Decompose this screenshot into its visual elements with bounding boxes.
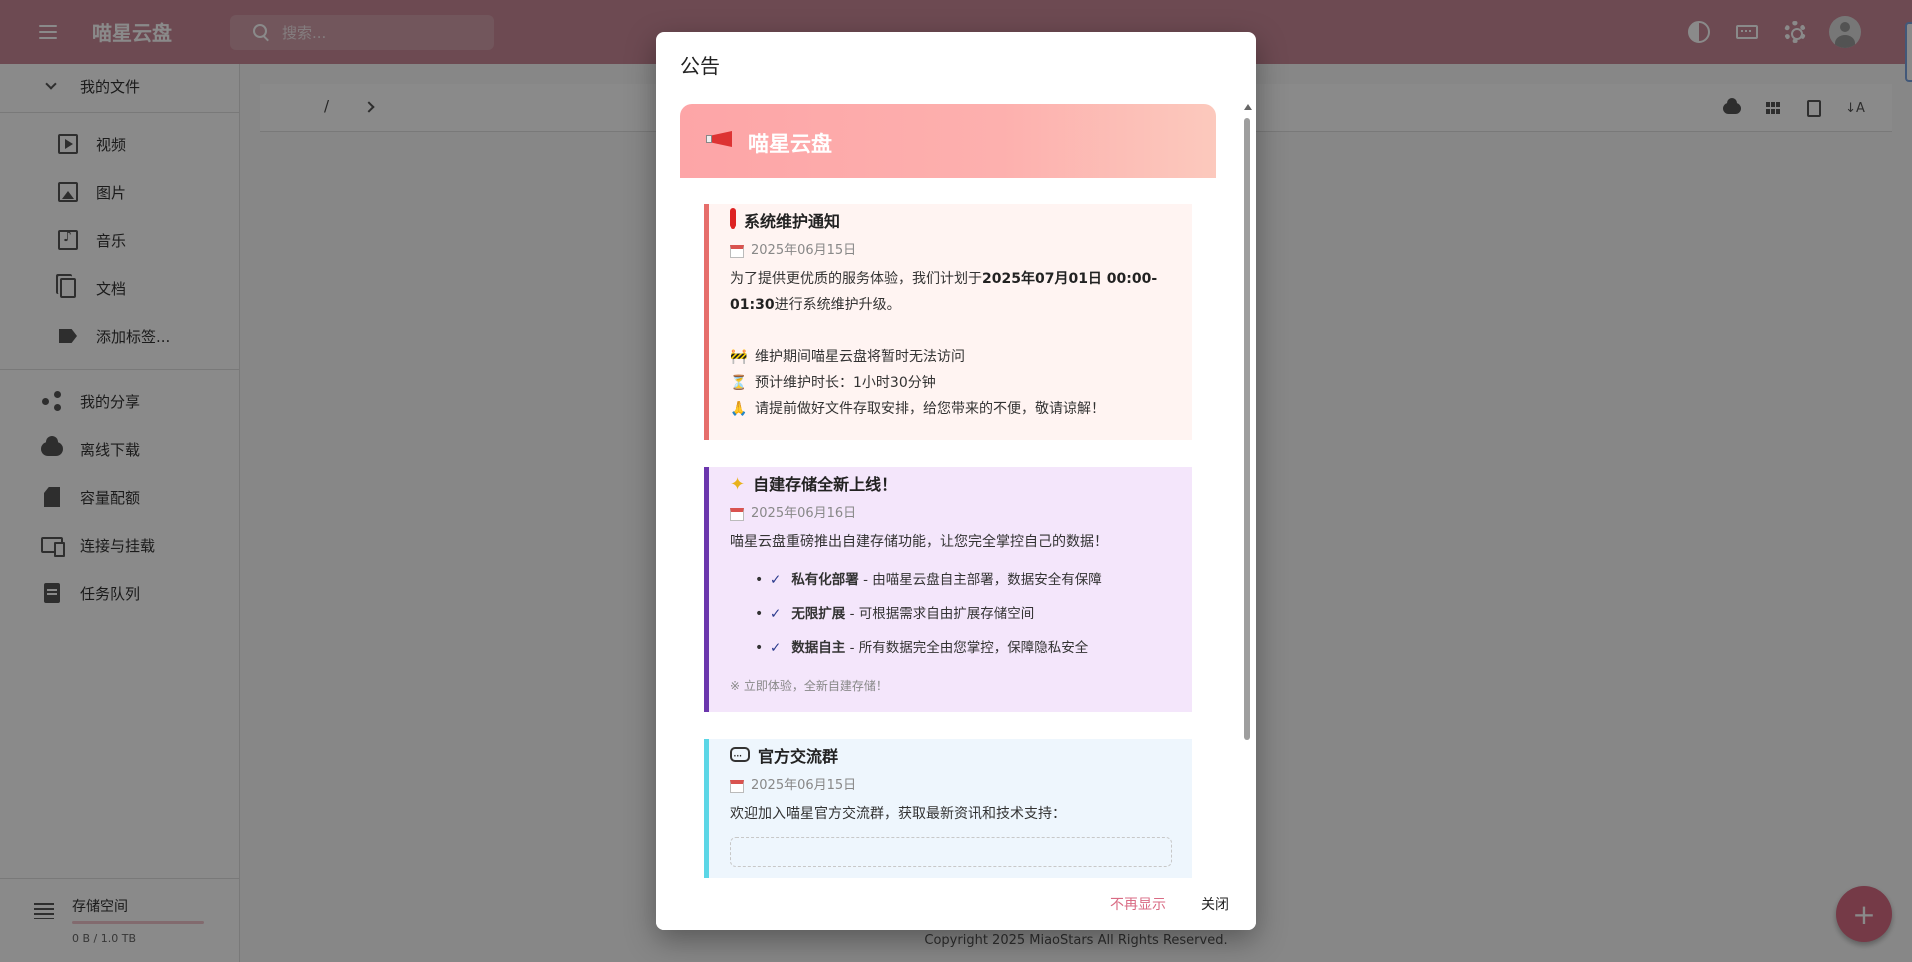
card-title: 官方交流群 — [730, 742, 1172, 771]
pray-icon: 🙏 — [730, 401, 748, 417]
chat-bubble-icon — [730, 742, 750, 771]
dialog-actions: 不再显示 关闭 — [656, 878, 1256, 930]
announcement-header-title: 喵星云盘 — [748, 132, 832, 156]
hourglass-icon: ⏳ — [730, 375, 748, 391]
exclamation-icon — [730, 207, 736, 237]
list-item: ✓ 私有化部署 - 由喵星云盘自主部署，数据安全有保障 — [730, 563, 1172, 597]
dialog-title: 公告 — [680, 54, 720, 78]
card-date-text: 2025年06月15日 — [751, 243, 857, 258]
maintenance-line: ⏳ 预计维护时长：1小时30分钟 — [730, 370, 1172, 396]
card-title-text: 系统维护通知 — [744, 212, 841, 231]
announcement-card-storage: ✦ 自建存储全新上线！ 2025年06月16日 喵星云盘重磅推出自建存储功能，让… — [704, 467, 1192, 712]
feature-list: ✓ 私有化部署 - 由喵星云盘自主部署，数据安全有保障 ✓ 无限扩展 - 可根据需求… — [730, 563, 1172, 665]
group-info-box — [730, 837, 1172, 867]
card-title: 系统维护通知 — [730, 207, 1172, 237]
card-date: 2025年06月15日 — [730, 771, 1172, 801]
card-date: 2025年06月15日 — [730, 236, 1172, 266]
sparkles-icon: ✦ — [730, 474, 746, 495]
construction-icon: 🚧 — [730, 349, 748, 365]
calendar-icon — [730, 244, 744, 258]
maintenance-text-pre: 为了提供更优质的服务体验，我们计划于 — [730, 271, 982, 287]
card-date-text: 2025年06月15日 — [751, 778, 857, 793]
card-date: 2025年06月16日 — [730, 499, 1172, 529]
announcement-header: 喵星云盘 — [680, 104, 1216, 178]
check-icon: ✓ — [770, 606, 782, 622]
maintenance-text-post: 进行系统维护升级。 — [774, 297, 901, 313]
dont-show-again-button[interactable]: 不再显示 — [1110, 894, 1166, 914]
maintenance-line-text: 维护期间喵星云盘将暂时无法访问 — [755, 349, 965, 365]
dialog-scrollbar[interactable] — [1241, 102, 1253, 908]
maintenance-line-text: 请提前做好文件存取安排，给您带来的不便，敬请谅解！ — [755, 401, 1105, 417]
feature-desc: - 可根据需求自由扩展存储空间 — [845, 606, 1035, 622]
announcement-card-group: 官方交流群 2025年06月15日 欢迎加入喵星官方交流群，获取最新资讯和技术支… — [704, 739, 1192, 889]
list-item: ✓ 无限扩展 - 可根据需求自由扩展存储空间 — [730, 597, 1172, 631]
check-icon: ✓ — [770, 572, 782, 588]
maintenance-description: 为了提供更优质的服务体验，我们计划于2025年07月01日 00:00-01:3… — [730, 266, 1172, 318]
storage-intro: 喵星云盘重磅推出自建存储功能，让您完全掌控自己的数据！ — [730, 534, 1108, 550]
calendar-icon — [730, 507, 744, 521]
feature-desc: - 由喵星云盘自主部署，数据安全有保障 — [858, 572, 1102, 588]
feature-name: 数据自主 — [791, 640, 846, 656]
list-item: ✓ 数据自主 - 所有数据完全由您掌控，保障隐私安全 — [730, 631, 1172, 665]
feature-name: 无限扩展 — [791, 606, 846, 622]
calendar-icon — [730, 779, 744, 793]
maintenance-line-text: 预计维护时长：1小时30分钟 — [755, 375, 936, 391]
megaphone-icon — [706, 129, 734, 149]
storage-note: ※ 立即体验，全新自建存储！ — [730, 679, 888, 693]
check-icon: ✓ — [770, 640, 782, 656]
card-title: ✦ 自建存储全新上线！ — [730, 471, 1172, 499]
card-title-text: 官方交流群 — [758, 747, 839, 766]
feature-name: 私有化部署 — [791, 572, 859, 588]
announcement-content: 喵星云盘 系统维护通知 2025年06月15日 为了提供更优质的服务体验，我们计… — [680, 104, 1216, 889]
announcement-dialog: 公告 喵星云盘 系统维护通知 2025年06月15日 为了提供更优质的服务体验，… — [656, 32, 1256, 930]
announcement-card-maintenance: 系统维护通知 2025年06月15日 为了提供更优质的服务体验，我们计划于202… — [704, 204, 1192, 440]
close-button[interactable]: 关闭 — [1201, 894, 1229, 914]
maintenance-line: 🙏 请提前做好文件存取安排，给您带来的不便，敬请谅解！ — [730, 396, 1172, 422]
maintenance-line: 🚧 维护期间喵星云盘将暂时无法访问 — [730, 344, 1172, 370]
feature-desc: - 所有数据完全由您掌控，保障隐私安全 — [845, 640, 1089, 656]
scroll-up-icon[interactable] — [1244, 104, 1252, 110]
card-date-text: 2025年06月16日 — [751, 506, 857, 521]
card-title-text: 自建存储全新上线！ — [753, 475, 898, 494]
announcement-body: 系统维护通知 2025年06月15日 为了提供更优质的服务体验，我们计划于202… — [680, 178, 1216, 889]
group-description: 欢迎加入喵星官方交流群，获取最新资讯和技术支持： — [730, 806, 1066, 822]
dialog-scroll-area[interactable]: 喵星云盘 系统维护通知 2025年06月15日 为了提供更优质的服务体验，我们计… — [656, 104, 1256, 910]
scrollbar-thumb[interactable] — [1244, 118, 1250, 740]
